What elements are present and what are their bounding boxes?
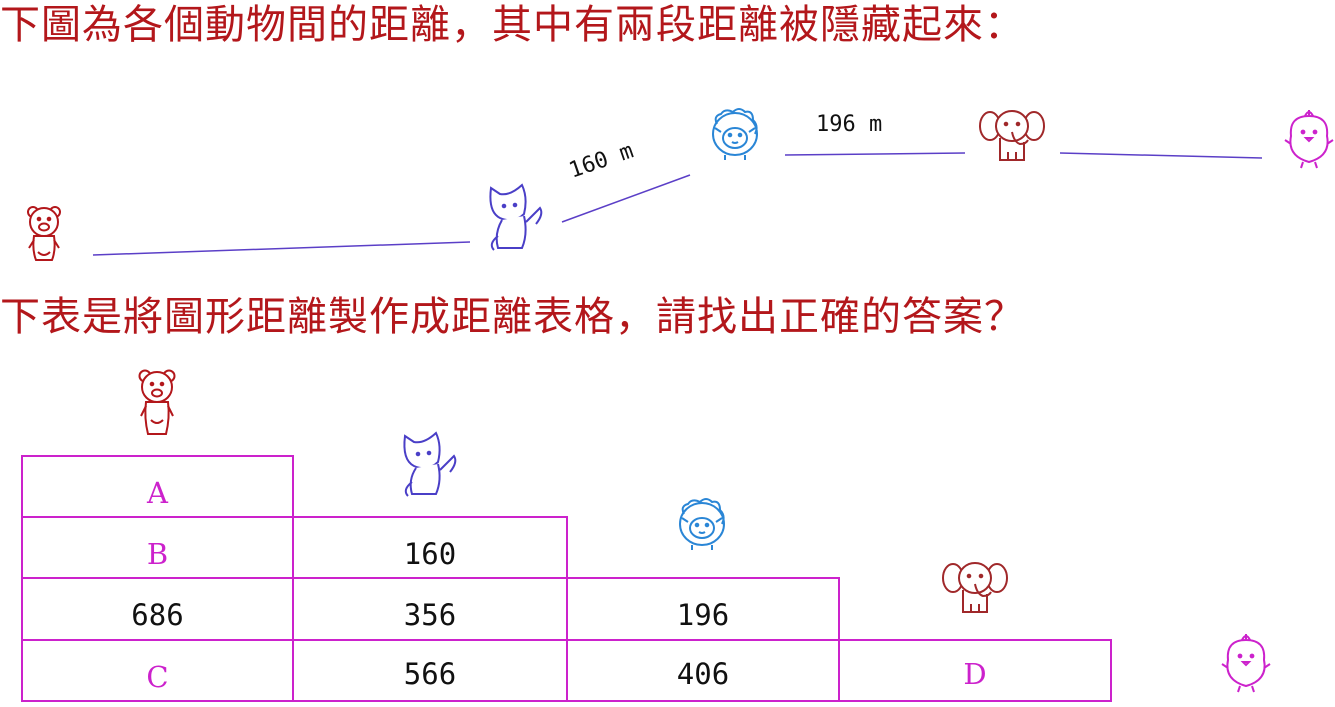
table-cell-fox-elephant: 356: [403, 598, 457, 632]
table-cell-bear-elephant: 686: [131, 598, 184, 632]
bear-icon: [27, 206, 61, 261]
table-cell-fox-chick: 566: [403, 657, 457, 691]
segment-bear-fox: [92, 241, 471, 256]
table-cell-sheep-elephant: 196: [676, 598, 730, 632]
bear-icon: [138, 369, 176, 435]
fox-icon: [403, 431, 457, 497]
table-cell-D: D: [963, 657, 987, 691]
fox-icon: [489, 183, 543, 251]
segment-elephant-chick: [1059, 152, 1263, 159]
table-cell-A: A: [147, 475, 168, 510]
chick-icon: [1221, 634, 1271, 693]
sheep-icon: [679, 498, 725, 550]
elephant-icon: [979, 110, 1045, 161]
segment-sheep-elephant: [784, 152, 966, 156]
segment-fox-sheep: [561, 174, 691, 223]
distance-label-sheep-elephant: 196 m: [816, 112, 883, 137]
table-cell-C: C: [146, 659, 169, 694]
sheep-icon: [712, 108, 758, 160]
table-cell-fox-sheep: 160: [403, 536, 457, 571]
table-cell-sheep-chick: 406: [676, 657, 730, 691]
chick-icon: [1284, 110, 1334, 169]
elephant-icon: [942, 562, 1008, 613]
table-cell-B: B: [146, 536, 169, 571]
